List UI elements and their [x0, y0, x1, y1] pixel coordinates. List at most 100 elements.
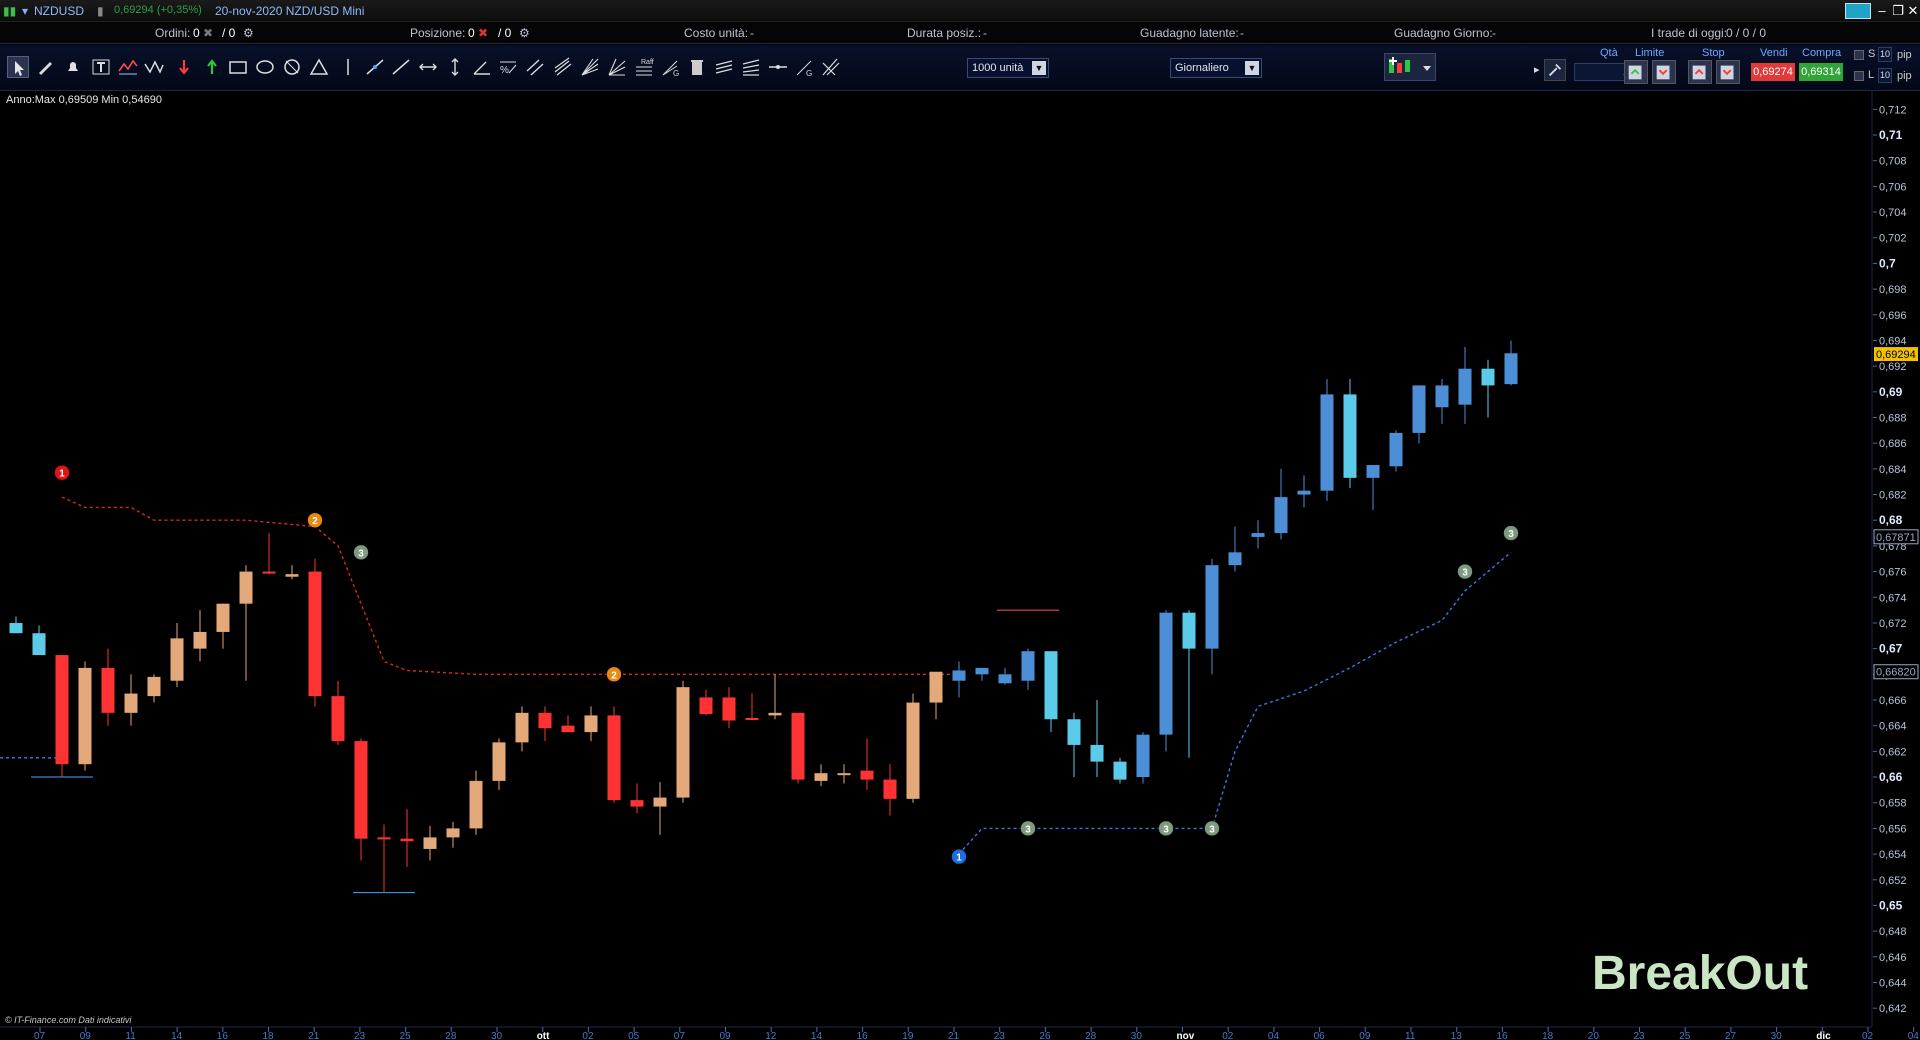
- x-tick-label: 23: [1634, 1031, 1646, 1040]
- candle-body: [1274, 497, 1288, 534]
- x-tick-label: 14: [811, 1031, 823, 1040]
- candle-body: [1412, 385, 1426, 433]
- fibonacci-retracement-icon[interactable]: Raff: [633, 56, 655, 78]
- keyboard-icon[interactable]: [1845, 3, 1871, 19]
- candle-body: [814, 773, 828, 781]
- x-tick-label: 04: [1908, 1031, 1920, 1040]
- text-tool-icon[interactable]: [90, 56, 112, 78]
- copyright-source: © IT-Finance.com: [5, 1015, 76, 1025]
- period-select[interactable]: Giornaliero ▼: [1170, 58, 1262, 78]
- close-button[interactable]: ✕: [1904, 2, 1920, 20]
- orders-settings-icon[interactable]: ⚙: [243, 26, 254, 40]
- sell-arrow-icon[interactable]: [173, 56, 195, 78]
- candle-body: [1251, 533, 1265, 537]
- x-tick-label: 30: [491, 1031, 503, 1040]
- cursor-select-icon[interactable]: [7, 56, 29, 78]
- symbol-dropdown-icon[interactable]: ▾: [22, 4, 28, 18]
- s-label: S: [1868, 48, 1876, 60]
- circle-cross-tool-icon[interactable]: [281, 56, 303, 78]
- candle-body: [676, 687, 690, 798]
- l-checkbox[interactable]: [1854, 71, 1864, 81]
- signal-marker-label: 2: [611, 670, 617, 681]
- alert-bell-icon[interactable]: [62, 56, 84, 78]
- candle-body: [1366, 465, 1380, 478]
- s-checkbox[interactable]: [1854, 50, 1864, 60]
- trash-icon[interactable]: [686, 56, 708, 78]
- trend-line-icon[interactable]: [364, 56, 386, 78]
- regression-channel-icon[interactable]: [552, 56, 574, 78]
- pencil-icon[interactable]: [35, 56, 57, 78]
- x-tick-label: 16: [1496, 1031, 1508, 1040]
- expand-panel-icon[interactable]: ▸: [1534, 63, 1540, 76]
- y-tick-label: 0,682: [1879, 490, 1907, 502]
- candle-body: [1136, 734, 1150, 778]
- vertical-line-icon[interactable]: [337, 56, 359, 78]
- candle-body: [32, 633, 46, 656]
- buy-arrow-icon[interactable]: [201, 56, 223, 78]
- speed-lines-icon[interactable]: [740, 56, 762, 78]
- sell-price-button[interactable]: 0,69274: [1751, 63, 1795, 81]
- signal-marker-label: 2: [312, 516, 318, 527]
- candlestick-chart-svg[interactable]: 123213 3 333 0,7120,710,7080,7060,7040,702…: [0, 91, 1920, 1040]
- buy-price-button[interactable]: 0,69314: [1799, 63, 1843, 81]
- x-tick-label: 30: [1771, 1031, 1783, 1040]
- parallel-channel-icon[interactable]: [524, 56, 546, 78]
- breakout-trail-line: [958, 551, 1512, 855]
- x-tick-label: 16: [217, 1031, 229, 1040]
- position-close-icon[interactable]: ✖: [478, 26, 488, 40]
- candle-body: [400, 838, 414, 842]
- position-settings-icon[interactable]: ⚙: [519, 26, 530, 40]
- candle-body: [262, 571, 276, 574]
- triangle-tool-icon[interactable]: [308, 56, 330, 78]
- units-select[interactable]: 1000 unità ▼: [967, 58, 1049, 78]
- s-pip-input[interactable]: 10: [1878, 47, 1892, 62]
- y-tick-label: 0,65: [1879, 898, 1903, 912]
- candle-body: [1159, 612, 1173, 735]
- ray-line-icon[interactable]: [390, 56, 412, 78]
- symbol-name[interactable]: NZDUSD: [34, 4, 84, 18]
- horizontal-level-icon[interactable]: [767, 56, 789, 78]
- info-icon[interactable]: ▮: [97, 4, 104, 18]
- cycle-lines-icon[interactable]: [820, 56, 842, 78]
- percent-line-icon[interactable]: %: [497, 56, 519, 78]
- y-tick-label: 0,69: [1879, 385, 1903, 399]
- stop-buy-icon[interactable]: [1688, 60, 1712, 84]
- vertical-measure-icon[interactable]: [444, 56, 466, 78]
- x-tick-label: 11: [125, 1031, 136, 1040]
- limit-sell-icon[interactable]: [1652, 60, 1676, 84]
- rectangle-tool-icon[interactable]: [227, 56, 249, 78]
- gann-angle-icon[interactable]: G: [794, 56, 816, 78]
- l-pip-input[interactable]: 10: [1878, 68, 1892, 83]
- app-chart-icon[interactable]: ▮▮: [3, 4, 16, 18]
- settings-wrench-icon[interactable]: [1544, 59, 1566, 81]
- candle-body: [1228, 552, 1242, 566]
- candle-body: [1021, 651, 1035, 681]
- andrews-pitchfork-icon[interactable]: [713, 56, 735, 78]
- horizontal-measure-icon[interactable]: [417, 56, 439, 78]
- latent-gain-value: -: [1240, 26, 1244, 40]
- signal-marker-label: 3: [1209, 824, 1215, 835]
- x-tick-label: 26: [1039, 1031, 1051, 1040]
- zigzag-line-icon[interactable]: [117, 56, 139, 78]
- price-chart[interactable]: 1232133333 0,712 0,71 0,708 0,706 0,704 0,702…: [0, 91, 1920, 1040]
- x-tick-label: 13: [1451, 1031, 1463, 1040]
- signal-marker-label: 3: [1462, 568, 1468, 579]
- fibonacci-fan-icon[interactable]: [606, 56, 628, 78]
- indicator-picker-button[interactable]: [1384, 53, 1436, 81]
- breakout-watermark: BreakOut: [1592, 947, 1809, 1000]
- limit-buy-icon[interactable]: [1624, 60, 1648, 84]
- angle-tool-icon[interactable]: [471, 56, 493, 78]
- candle-body: [331, 696, 345, 742]
- ellipse-tool-icon[interactable]: [254, 56, 276, 78]
- y-tick-label: 0,676: [1879, 567, 1907, 579]
- gann-grid-icon[interactable]: G: [660, 56, 682, 78]
- x-tick-label: 02: [1222, 1031, 1234, 1040]
- wave-pattern-icon[interactable]: [143, 56, 165, 78]
- x-tick-label: 18: [263, 1031, 275, 1040]
- candle-body: [55, 655, 69, 765]
- stop-sell-icon[interactable]: [1716, 60, 1740, 84]
- orders-close-icon[interactable]: ✖: [203, 26, 213, 40]
- latent-gain-label: Guadagno latente:: [1140, 26, 1239, 40]
- gann-fan-icon[interactable]: [579, 56, 601, 78]
- candle-body: [1044, 651, 1058, 720]
